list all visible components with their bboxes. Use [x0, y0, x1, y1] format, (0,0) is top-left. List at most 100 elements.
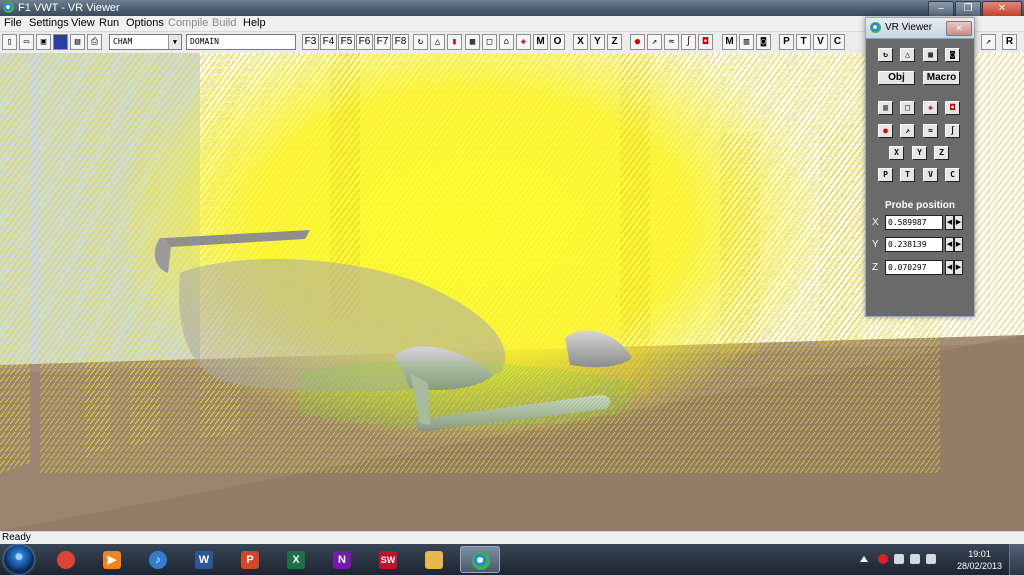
- f6-button[interactable]: F6: [356, 34, 373, 50]
- chevron-down-icon[interactable]: ▼: [168, 35, 181, 49]
- network-icon[interactable]: [894, 554, 904, 564]
- menu-run[interactable]: Run: [99, 17, 119, 29]
- clock[interactable]: 19:01 28/02/2013: [957, 548, 1002, 572]
- taskbar-onenote[interactable]: N: [322, 546, 362, 573]
- taskbar-solidworks[interactable]: SW: [368, 546, 408, 573]
- toolbar-r-button[interactable]: R: [1002, 34, 1017, 50]
- taskbar-word[interactable]: W: [184, 546, 224, 573]
- probe-button[interactable]: ▮: [447, 34, 462, 50]
- box-button[interactable]: □: [482, 34, 497, 50]
- grid-button[interactable]: ▦: [465, 34, 480, 50]
- toolbar-m-button[interactable]: M: [533, 34, 548, 50]
- vr-z-button[interactable]: Z: [934, 146, 949, 160]
- start-button[interactable]: [4, 545, 34, 574]
- paint-button[interactable]: ●: [630, 34, 645, 50]
- vr-viewer-close-button[interactable]: ✕: [946, 21, 972, 36]
- vr-v-button[interactable]: V: [923, 168, 938, 182]
- export-button[interactable]: ▤: [70, 34, 85, 50]
- close-button[interactable]: ✕: [982, 1, 1022, 17]
- toolbar-t-button[interactable]: T: [796, 34, 811, 50]
- f4-button[interactable]: F4: [320, 34, 337, 50]
- toolbar-x-button[interactable]: X: [573, 34, 588, 50]
- domain-combo[interactable]: DOMAIN: [186, 34, 296, 50]
- probe-y-increment[interactable]: ▶: [954, 237, 963, 252]
- menu-help[interactable]: Help: [243, 17, 266, 29]
- vr-table-button[interactable]: ▥: [878, 101, 893, 115]
- iso-button[interactable]: ∫: [681, 34, 696, 50]
- toolbar-c-button[interactable]: C: [830, 34, 845, 50]
- show-hidden-icons-icon[interactable]: [860, 556, 868, 562]
- minimize-button[interactable]: –: [928, 1, 954, 17]
- vr-paint-button[interactable]: ●: [878, 124, 893, 138]
- view-image-button[interactable]: [53, 34, 68, 50]
- taskbar-powerpoint[interactable]: P: [230, 546, 270, 573]
- object-combo[interactable]: CHAM ▼: [109, 34, 182, 50]
- probe-z-increment[interactable]: ▶: [954, 260, 963, 275]
- menu-build[interactable]: Build: [212, 17, 236, 29]
- taskbar-chrome[interactable]: [46, 546, 86, 573]
- vr-x-button[interactable]: X: [889, 146, 904, 160]
- print-button[interactable]: ⎙: [87, 34, 102, 50]
- vr-contour-button[interactable]: △: [900, 48, 915, 62]
- toolbar-o-button[interactable]: O: [550, 34, 565, 50]
- vr-iso-button[interactable]: ∫: [945, 124, 960, 138]
- probe-x-field[interactable]: 0.589987: [885, 215, 943, 230]
- vr-y-button[interactable]: Y: [912, 146, 927, 160]
- stream-button[interactable]: ≈: [664, 34, 679, 50]
- taskbar-media-player[interactable]: ▶: [92, 546, 132, 573]
- vr-camera-button[interactable]: ◙: [945, 48, 960, 62]
- reset-view-button[interactable]: ↗: [981, 34, 996, 50]
- rotate-button[interactable]: ↻: [413, 34, 428, 50]
- save-button[interactable]: ▣: [36, 34, 51, 50]
- f8-button[interactable]: F8: [392, 34, 409, 50]
- probe-x-increment[interactable]: ▶: [954, 215, 963, 230]
- lock-button[interactable]: ⌂: [499, 34, 514, 50]
- toolbar-macro-button[interactable]: M: [722, 34, 737, 50]
- new-file-button[interactable]: ▯: [2, 34, 17, 50]
- surface-button[interactable]: ◘: [698, 34, 713, 50]
- vr-viewer-titlebar[interactable]: VR Viewer ✕: [866, 18, 974, 39]
- vr-p-button[interactable]: P: [878, 168, 893, 182]
- vr-rotate-button[interactable]: ↻: [878, 48, 893, 62]
- show-desktop-button[interactable]: [1009, 544, 1024, 575]
- taskbar-explorer[interactable]: [414, 546, 454, 573]
- toolbar-p-button[interactable]: P: [779, 34, 794, 50]
- table-button[interactable]: ▥: [739, 34, 754, 50]
- obj-button[interactable]: Obj: [878, 71, 915, 85]
- taskbar-excel[interactable]: X: [276, 546, 316, 573]
- vr-t-button[interactable]: T: [900, 168, 915, 182]
- menu-file[interactable]: File: [4, 17, 22, 29]
- f3-button[interactable]: F3: [302, 34, 319, 50]
- menu-settings[interactable]: Settings: [29, 17, 69, 29]
- menu-compile[interactable]: Compile: [168, 17, 208, 29]
- object-button[interactable]: ◈: [516, 34, 531, 50]
- menu-view[interactable]: View: [71, 17, 95, 29]
- taskbar-windows-media[interactable]: ♪: [138, 546, 178, 573]
- contour-button[interactable]: △: [430, 34, 445, 50]
- volume-icon[interactable]: [926, 554, 936, 564]
- taskbar-phoenics[interactable]: [460, 546, 500, 573]
- antivirus-icon[interactable]: [878, 554, 888, 564]
- macro-button[interactable]: Macro: [923, 71, 960, 85]
- probe-y-decrement[interactable]: ◀: [945, 237, 954, 252]
- vector-button[interactable]: ↗: [647, 34, 662, 50]
- probe-z-decrement[interactable]: ◀: [945, 260, 954, 275]
- vr-object-button[interactable]: ◈: [923, 101, 938, 115]
- camera-button[interactable]: ◙: [756, 34, 771, 50]
- open-button[interactable]: ▭: [19, 34, 34, 50]
- vr-stream-button[interactable]: ≈: [923, 124, 938, 138]
- vr-box-button[interactable]: □: [900, 101, 915, 115]
- f7-button[interactable]: F7: [374, 34, 391, 50]
- vr-grid-button[interactable]: ▦: [923, 48, 938, 62]
- toolbar-v-button[interactable]: V: [813, 34, 828, 50]
- toolbar-y-button[interactable]: Y: [590, 34, 605, 50]
- vr-c-button[interactable]: C: [945, 168, 960, 182]
- probe-y-field[interactable]: 0.238139: [885, 237, 943, 252]
- toolbar-z-button[interactable]: Z: [607, 34, 622, 50]
- f5-button[interactable]: F5: [338, 34, 355, 50]
- battery-icon[interactable]: [910, 554, 920, 564]
- maximize-button[interactable]: ❐: [955, 1, 981, 17]
- probe-x-decrement[interactable]: ◀: [945, 215, 954, 230]
- vr-surface-button[interactable]: ◘: [945, 101, 960, 115]
- menu-options[interactable]: Options: [126, 17, 164, 29]
